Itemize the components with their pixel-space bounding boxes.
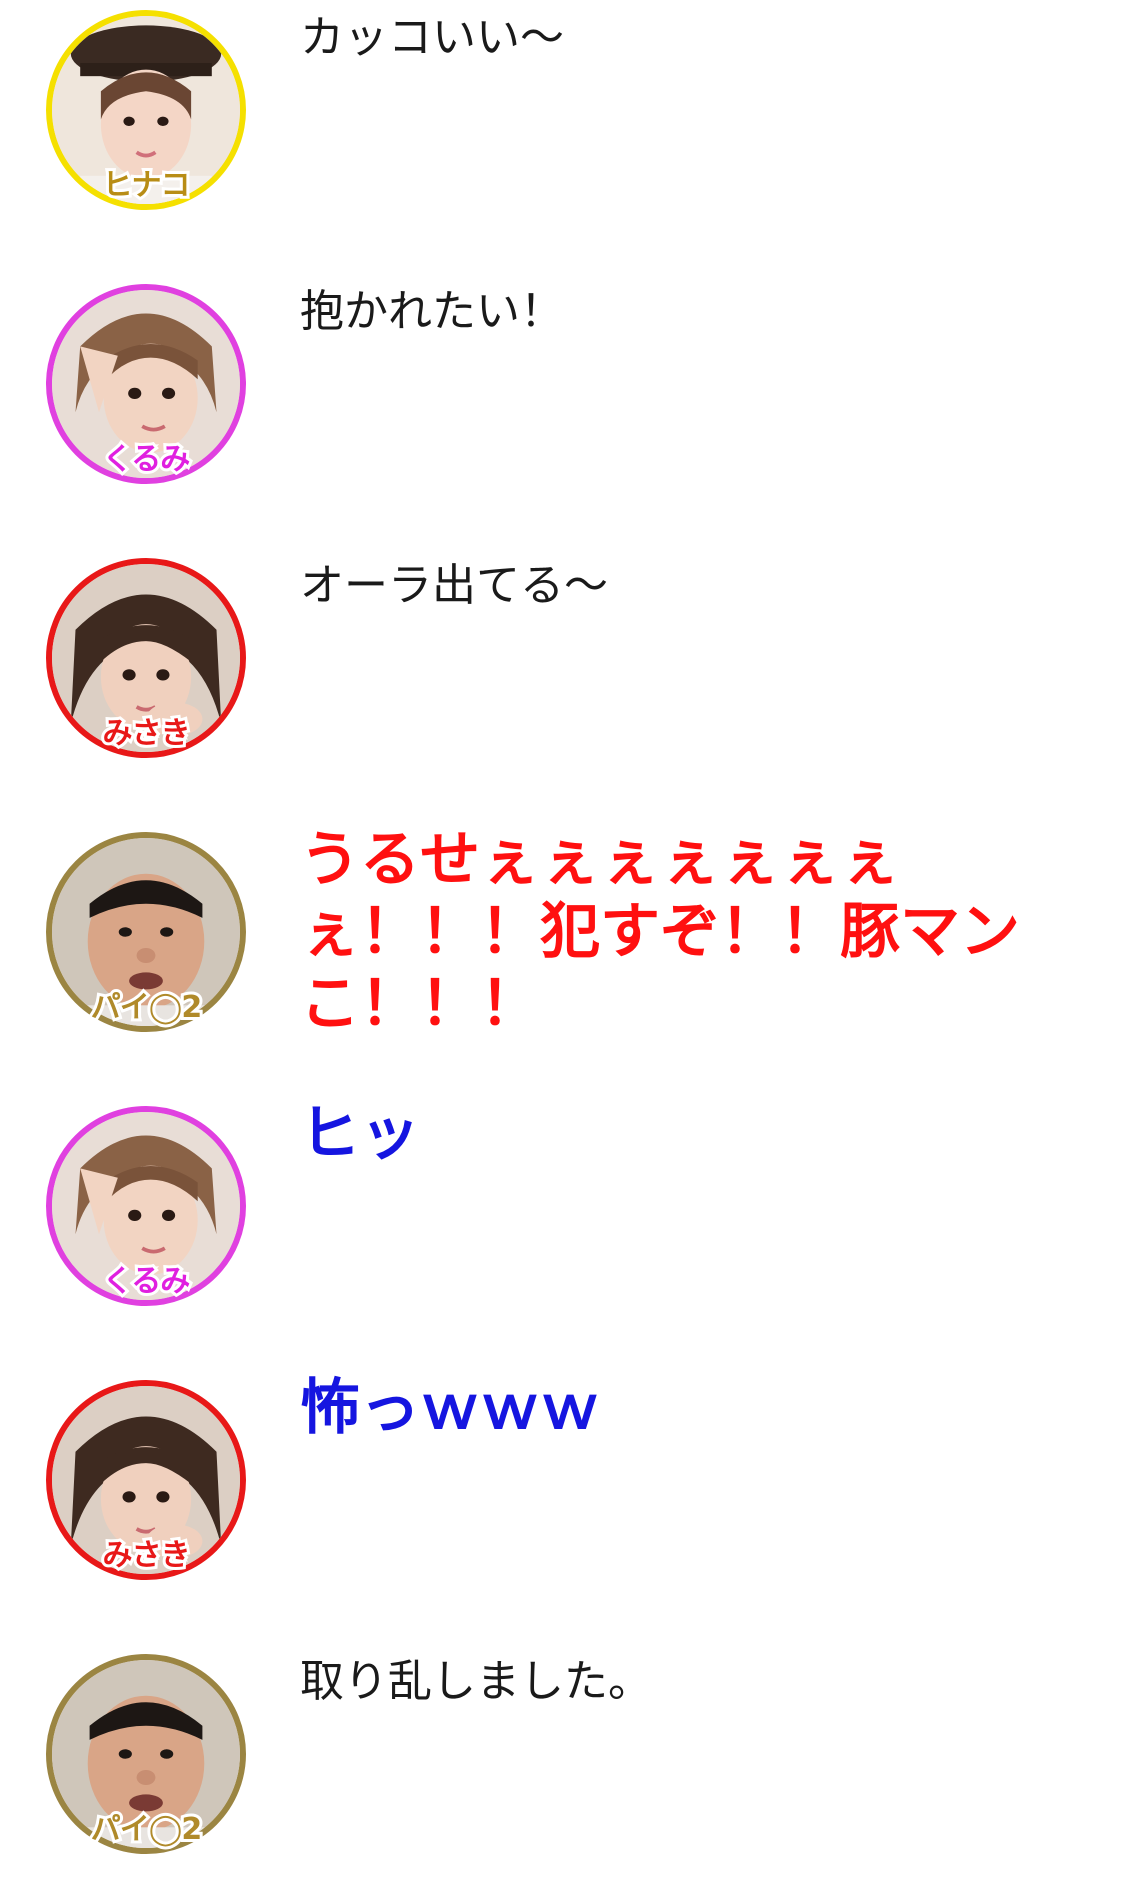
message-text: 抱かれたい！ [300, 286, 564, 337]
message-text: 取り乱しました。 [300, 1656, 652, 1707]
speaker-name: パイ◯2 [88, 1809, 205, 1850]
hinako-avatar[interactable]: ヒナコ [46, 10, 246, 210]
kurumi-avatar[interactable]: くるみ [46, 1106, 246, 1306]
message-text: オーラ出てる〜 [300, 560, 608, 611]
chat-thread: ヒナコ カッコいい〜 くるみ 抱かれたい！ みさき オーラ出てる〜 パイ◯2 う… [0, 0, 1125, 1880]
message-row: みさき 怖っｗｗｗ [0, 1370, 1125, 1630]
paio2-avatar[interactable]: パイ◯2 [46, 1654, 246, 1854]
misaki-avatar[interactable]: みさき [46, 1380, 246, 1580]
message-text: 怖っｗｗｗ [300, 1373, 600, 1443]
speaker-name: パイ◯2 [88, 987, 205, 1028]
speaker-name: くるみ [100, 439, 193, 480]
kurumi-avatar[interactable]: くるみ [46, 284, 246, 484]
message-row: パイ◯2 うるせぇぇぇぇぇぇぇぇ！！！犯すぞ！！豚マンこ！！！ [0, 822, 1125, 1082]
speaker-name: みさき [100, 713, 194, 754]
speaker-name: ヒナコ [100, 165, 194, 206]
message-row: くるみ 抱かれたい！ [0, 274, 1125, 534]
misaki-avatar[interactable]: みさき [46, 558, 246, 758]
message-text: カッコいい〜 [300, 12, 564, 63]
message-row: くるみ ヒッ [0, 1096, 1125, 1356]
message-row: ヒナコ カッコいい〜 [0, 0, 1125, 260]
message-row: パイ◯2 取り乱しました。 [0, 1644, 1125, 1904]
speaker-name: みさき [100, 1535, 194, 1576]
message-text: ヒッ [300, 1099, 420, 1169]
speaker-name: くるみ [100, 1261, 193, 1302]
message-text: うるせぇぇぇぇぇぇぇぇ！！！犯すぞ！！豚マンこ！！！ [300, 825, 1020, 1039]
paio2-avatar[interactable]: パイ◯2 [46, 832, 246, 1032]
message-row: みさき オーラ出てる〜 [0, 548, 1125, 808]
